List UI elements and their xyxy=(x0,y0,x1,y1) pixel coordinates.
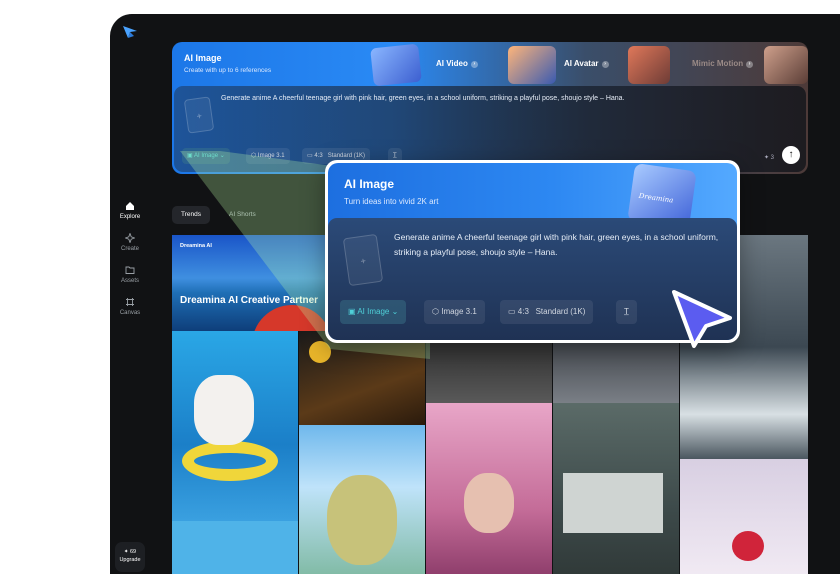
quality-label: Standard (1K) xyxy=(535,307,586,316)
text-format-button[interactable]: T̲ xyxy=(616,300,637,324)
mode-select[interactable]: ▣ AI Image ⌄ xyxy=(340,300,407,324)
thumbnail-brand: Dreamina xyxy=(638,191,674,205)
chevron-down-icon: ⌄ xyxy=(389,307,399,316)
ratio-label: 4:3 xyxy=(517,307,529,316)
model-select[interactable]: ⬡ Image 3.1 xyxy=(424,300,485,324)
cube-icon: ⬡ xyxy=(432,307,442,316)
ratio-quality-select[interactable]: ▭ 4:3 Standard (1K) xyxy=(500,300,594,324)
mode-label: AI Image xyxy=(357,307,390,316)
cursor-pointer-icon xyxy=(672,290,732,348)
model-label: Image 3.1 xyxy=(441,307,477,316)
add-reference-button[interactable]: + xyxy=(342,233,384,287)
text-format-icon: T̲ xyxy=(624,307,629,316)
image-mode-icon: ▣ xyxy=(348,307,358,316)
aspect-ratio-icon: ▭ xyxy=(508,307,518,316)
card-prompt-text[interactable]: Generate anime A cheerful teenage girl w… xyxy=(394,230,724,260)
card-title: AI Image xyxy=(344,177,395,191)
card-subtitle: Turn ideas into vivid 2K art xyxy=(344,197,439,206)
